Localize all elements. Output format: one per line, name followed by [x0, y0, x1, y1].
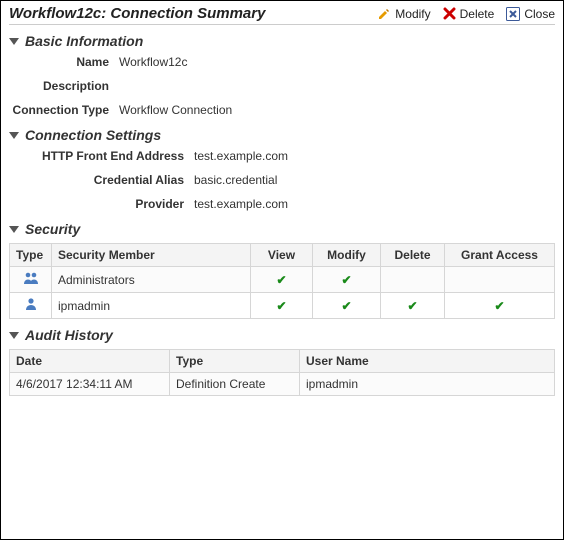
basic-information-header[interactable]: Basic Information: [9, 33, 555, 49]
http-front-end-label: HTTP Front End Address: [9, 149, 194, 163]
connection-type-label: Connection Type: [9, 103, 119, 117]
table-row[interactable]: ipmadmin ✔ ✔ ✔ ✔: [10, 293, 555, 319]
col-member: Security Member: [52, 244, 251, 267]
connection-settings-section: Connection Settings HTTP Front End Addre…: [9, 127, 555, 211]
close-icon: [506, 7, 520, 21]
audit-history-heading: Audit History: [25, 327, 113, 343]
basic-information-heading: Basic Information: [25, 33, 143, 49]
permission-cell: ✔: [251, 267, 313, 293]
close-button[interactable]: Close: [506, 7, 555, 21]
header: Workflow12c: Connection Summary Modify D…: [9, 5, 555, 25]
permission-cell: ✔: [445, 293, 555, 319]
col-date: Date: [10, 350, 170, 373]
check-icon: ✔: [276, 299, 286, 313]
credential-alias-value: basic.credential: [194, 173, 277, 187]
user-icon: [24, 297, 38, 311]
delete-icon: [443, 7, 456, 20]
connection-settings-header[interactable]: Connection Settings: [9, 127, 555, 143]
toolbar: Modify Delete Close: [377, 7, 555, 21]
audit-date-cell: 4/6/2017 12:34:11 AM: [10, 373, 170, 396]
basic-information-section: Basic Information Name Workflow12c Descr…: [9, 33, 555, 117]
pencil-icon: [377, 7, 391, 21]
col-type: Type: [10, 244, 52, 267]
http-front-end-value: test.example.com: [194, 149, 288, 163]
close-label: Close: [524, 7, 555, 21]
audit-history-section: Audit History Date Type User Name 4/6/20…: [9, 327, 555, 396]
audit-history-header[interactable]: Audit History: [9, 327, 555, 343]
check-icon: ✔: [494, 299, 504, 313]
chevron-down-icon: [9, 38, 19, 45]
check-icon: ✔: [407, 299, 417, 313]
member-type-cell: [10, 293, 52, 319]
modify-label: Modify: [395, 7, 430, 21]
permission-cell: ✔: [381, 293, 445, 319]
description-label: Description: [9, 79, 119, 93]
provider-label: Provider: [9, 197, 194, 211]
provider-value: test.example.com: [194, 197, 288, 211]
permission-cell: [445, 267, 555, 293]
name-value: Workflow12c: [119, 55, 187, 69]
security-section: Security Type Security Member View Modif…: [9, 221, 555, 319]
check-icon: ✔: [341, 273, 351, 287]
security-header[interactable]: Security: [9, 221, 555, 237]
delete-button[interactable]: Delete: [443, 7, 495, 21]
permission-cell: ✔: [313, 267, 381, 293]
chevron-down-icon: [9, 332, 19, 339]
audit-user-cell: ipmadmin: [300, 373, 555, 396]
chevron-down-icon: [9, 132, 19, 139]
credential-alias-label: Credential Alias: [9, 173, 194, 187]
col-delete: Delete: [381, 244, 445, 267]
security-table: Type Security Member View Modify Delete …: [9, 243, 555, 319]
check-icon: ✔: [276, 273, 286, 287]
name-label: Name: [9, 55, 119, 69]
chevron-down-icon: [9, 226, 19, 233]
connection-settings-heading: Connection Settings: [25, 127, 161, 143]
table-row[interactable]: Administrators ✔ ✔: [10, 267, 555, 293]
page-title: Workflow12c: Connection Summary: [9, 5, 377, 22]
audit-type-cell: Definition Create: [170, 373, 300, 396]
security-heading: Security: [25, 221, 80, 237]
col-grant: Grant Access: [445, 244, 555, 267]
connection-type-value: Workflow Connection: [119, 103, 232, 117]
permission-cell: [381, 267, 445, 293]
col-user: User Name: [300, 350, 555, 373]
check-icon: ✔: [341, 299, 351, 313]
col-view: View: [251, 244, 313, 267]
group-icon: [23, 271, 39, 285]
member-type-cell: [10, 267, 52, 293]
delete-label: Delete: [460, 7, 495, 21]
col-modify: Modify: [313, 244, 381, 267]
security-member-cell: ipmadmin: [52, 293, 251, 319]
permission-cell: ✔: [313, 293, 381, 319]
col-type: Type: [170, 350, 300, 373]
table-row[interactable]: 4/6/2017 12:34:11 AMDefinition Createipm…: [10, 373, 555, 396]
security-member-cell: Administrators: [52, 267, 251, 293]
audit-table: Date Type User Name 4/6/2017 12:34:11 AM…: [9, 349, 555, 396]
modify-button[interactable]: Modify: [377, 7, 430, 21]
permission-cell: ✔: [251, 293, 313, 319]
